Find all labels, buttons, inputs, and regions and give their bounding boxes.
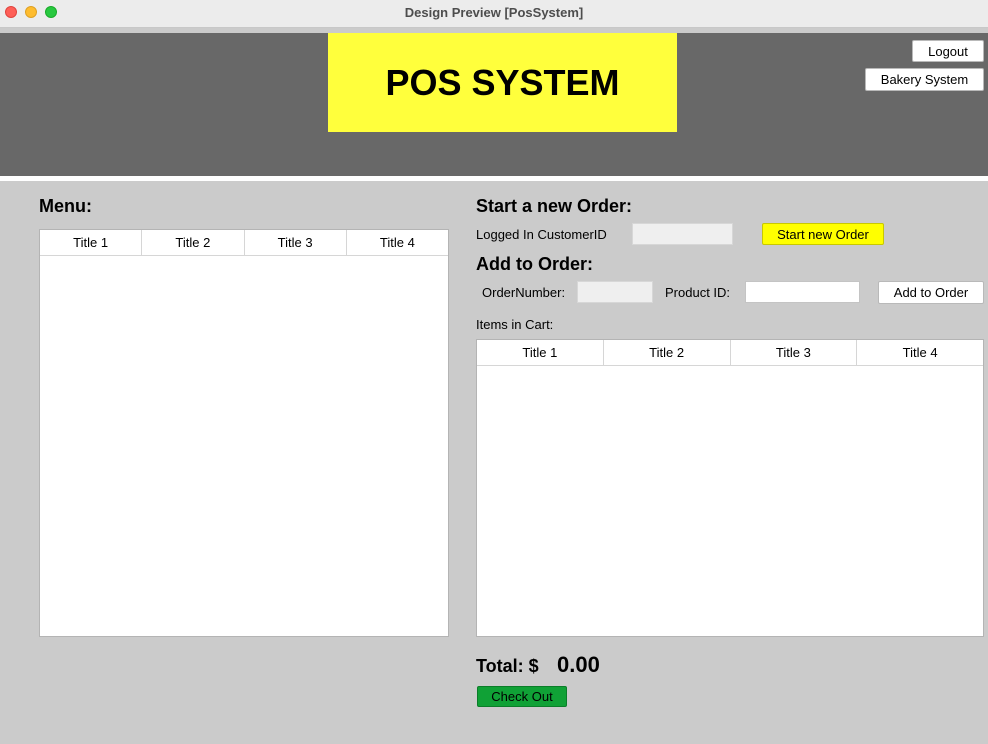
- product-id-label: Product ID:: [665, 285, 731, 300]
- items-in-cart-label: Items in Cart:: [476, 317, 554, 332]
- cart-column-header[interactable]: Title 2: [604, 340, 731, 365]
- cart-column-header[interactable]: Title 3: [731, 340, 858, 365]
- menu-column-header[interactable]: Title 3: [245, 230, 347, 255]
- start-new-order-button[interactable]: Start new Order: [762, 223, 884, 245]
- window-titlebar: Design Preview [PosSystem]: [0, 0, 988, 28]
- menu-column-header[interactable]: Title 1: [40, 230, 143, 255]
- order-number-field[interactable]: [577, 281, 653, 303]
- customer-id-label: Logged In CustomerID: [476, 227, 607, 242]
- cart-column-header[interactable]: Title 4: [857, 340, 983, 365]
- product-id-input[interactable]: [745, 281, 860, 303]
- add-to-order-button[interactable]: Add to Order: [878, 281, 984, 304]
- check-out-button[interactable]: Check Out: [477, 686, 567, 707]
- total-value: 0.00: [557, 652, 600, 677]
- cart-column-header[interactable]: Title 1: [477, 340, 604, 365]
- customer-id-field[interactable]: [632, 223, 733, 245]
- logout-button[interactable]: Logout: [912, 40, 984, 62]
- menu-column-header[interactable]: Title 4: [347, 230, 448, 255]
- order-number-label: OrderNumber:: [482, 285, 566, 300]
- bakery-system-button[interactable]: Bakery System: [865, 68, 984, 91]
- add-order-heading: Add to Order:: [476, 254, 593, 274]
- menu-label: Menu:: [39, 196, 92, 216]
- total-label: Total: $: [476, 656, 539, 676]
- menu-column-header[interactable]: Title 2: [142, 230, 245, 255]
- menu-table[interactable]: Title 1 Title 2 Title 3 Title 4: [39, 229, 449, 637]
- menu-table-header: Title 1 Title 2 Title 3 Title 4: [40, 230, 448, 256]
- cart-table[interactable]: Title 1 Title 2 Title 3 Title 4: [476, 339, 984, 637]
- pos-banner-title: POS SYSTEM: [328, 33, 677, 132]
- new-order-heading: Start a new Order:: [476, 196, 633, 216]
- window-title: Design Preview [PosSystem]: [404, 5, 584, 20]
- cart-table-header: Title 1 Title 2 Title 3 Title 4: [477, 340, 983, 366]
- header-divider: [0, 176, 988, 181]
